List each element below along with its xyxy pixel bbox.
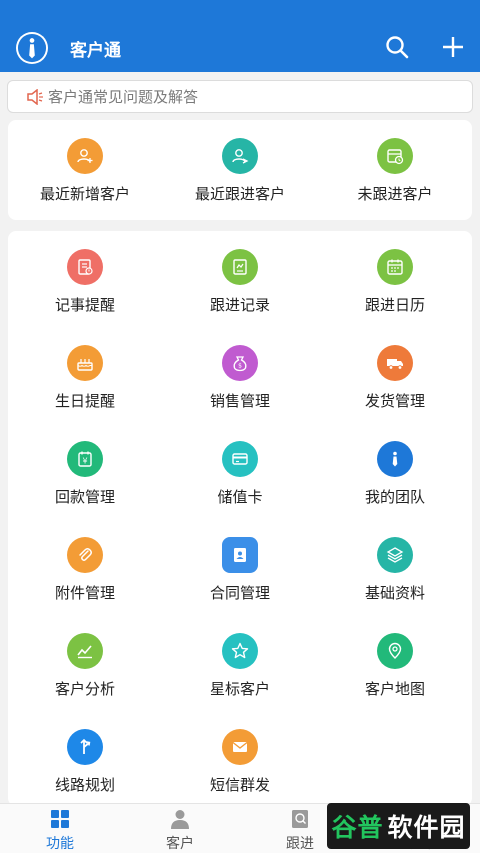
svg-text:¥: ¥ [82,457,87,466]
mail-icon [222,729,258,765]
notice-text: 客户通常见问题及解答 [48,88,199,106]
grid-icon [48,807,72,831]
app-logo [16,32,48,64]
function-label: 发货管理 [364,392,425,410]
function-item-customer-analysis[interactable]: 客户分析 [8,633,162,699]
tab-label: 客户 [166,836,194,852]
function-label: 我的团队 [364,488,425,506]
faq-notice-bar[interactable]: 客户通常见问题及解答 [7,80,473,113]
function-item-follow-calendar[interactable]: 跟进日历 [318,249,472,315]
quick-label: 未跟进客户 [357,185,433,203]
function-label: 合同管理 [209,584,270,602]
function-label: 储值卡 [217,488,263,506]
function-label: 客户分析 [54,680,115,698]
function-label: 跟进记录 [209,296,270,314]
function-item-sales[interactable]: $ 销售管理 [163,345,317,411]
search-icon[interactable] [384,34,410,60]
card-icon [222,441,258,477]
page-title: 客户通 [70,41,121,61]
tab-label: 功能 [46,836,74,852]
route-icon [67,729,103,765]
recent-followed-customers-item[interactable]: 最近跟进客户 [163,138,317,204]
tie-logo-icon [17,33,47,63]
yuan-icon: ¥ [67,441,103,477]
truck-icon [377,345,413,381]
quick-customer-card: 最近新增客户 最近跟进客户 未跟进客户 [8,120,472,220]
not-followed-customers-item[interactable]: 未跟进客户 [318,138,472,204]
function-label: 线路规划 [54,776,115,794]
money-bag-icon: $ [222,345,258,381]
cake-icon [67,345,103,381]
svg-text:$: $ [238,363,242,370]
tab-functions[interactable]: 功能 [0,807,120,853]
function-item-follow-record[interactable]: 跟进记录 [163,249,317,315]
record-icon [222,249,258,285]
function-label: 生日提醒 [54,392,115,410]
notes-icon [67,249,103,285]
function-item-payment[interactable]: ¥ 回款管理 [8,441,162,507]
function-label: 附件管理 [54,584,115,602]
function-label: 销售管理 [209,392,270,410]
quick-label: 最近跟进客户 [194,185,285,203]
paperclip-icon [67,537,103,573]
site-watermark: 谷普 软件园 [327,803,470,849]
speaker-icon [27,88,43,105]
function-grid-card: 记事提醒 跟进记录 跟进日历 生日提醒 $ 销售管理 发货管理 ¥ 回款管理 储… [8,231,472,806]
calendar-icon [377,249,413,285]
quick-label: 最近新增客户 [39,185,130,203]
add-icon[interactable] [440,34,466,60]
tab-customers[interactable]: 客户 [120,807,240,853]
app-header: 客户通 [0,0,480,72]
function-item-sms-broadcast[interactable]: 短信群发 [163,729,317,795]
chart-icon [67,633,103,669]
map-pin-icon [377,633,413,669]
function-item-my-team[interactable]: 我的团队 [318,441,472,507]
function-label: 短信群发 [209,776,270,794]
calendar-clock-icon [377,138,413,174]
function-item-route-planning[interactable]: 线路规划 [8,729,162,795]
person-icon [168,807,192,831]
function-item-basic-data[interactable]: 基础资料 [318,537,472,603]
star-icon [222,633,258,669]
function-label: 回款管理 [54,488,115,506]
function-item-stored-card[interactable]: 储值卡 [163,441,317,507]
tie-icon [377,441,413,477]
follow-doc-icon [288,807,312,831]
follow-user-icon [222,138,258,174]
function-label: 客户地图 [364,680,425,698]
layers-icon [377,537,413,573]
function-item-attachments[interactable]: 附件管理 [8,537,162,603]
function-item-starred-customers[interactable]: 星标客户 [163,633,317,699]
function-item-birthday[interactable]: 生日提醒 [8,345,162,411]
function-item-contracts[interactable]: 合同管理 [163,537,317,603]
watermark-part1: 谷普 [331,813,384,842]
function-label: 记事提醒 [54,296,115,314]
recent-new-customers-item[interactable]: 最近新增客户 [8,138,162,204]
function-item-customer-map[interactable]: 客户地图 [318,633,472,699]
watermark-part2: 软件园 [387,813,466,842]
function-label: 跟进日历 [364,296,425,314]
add-user-icon [67,138,103,174]
function-label: 星标客户 [209,680,270,698]
function-item-delivery[interactable]: 发货管理 [318,345,472,411]
function-item-notes[interactable]: 记事提醒 [8,249,162,315]
function-label: 基础资料 [364,584,425,602]
contract-icon [222,537,258,573]
